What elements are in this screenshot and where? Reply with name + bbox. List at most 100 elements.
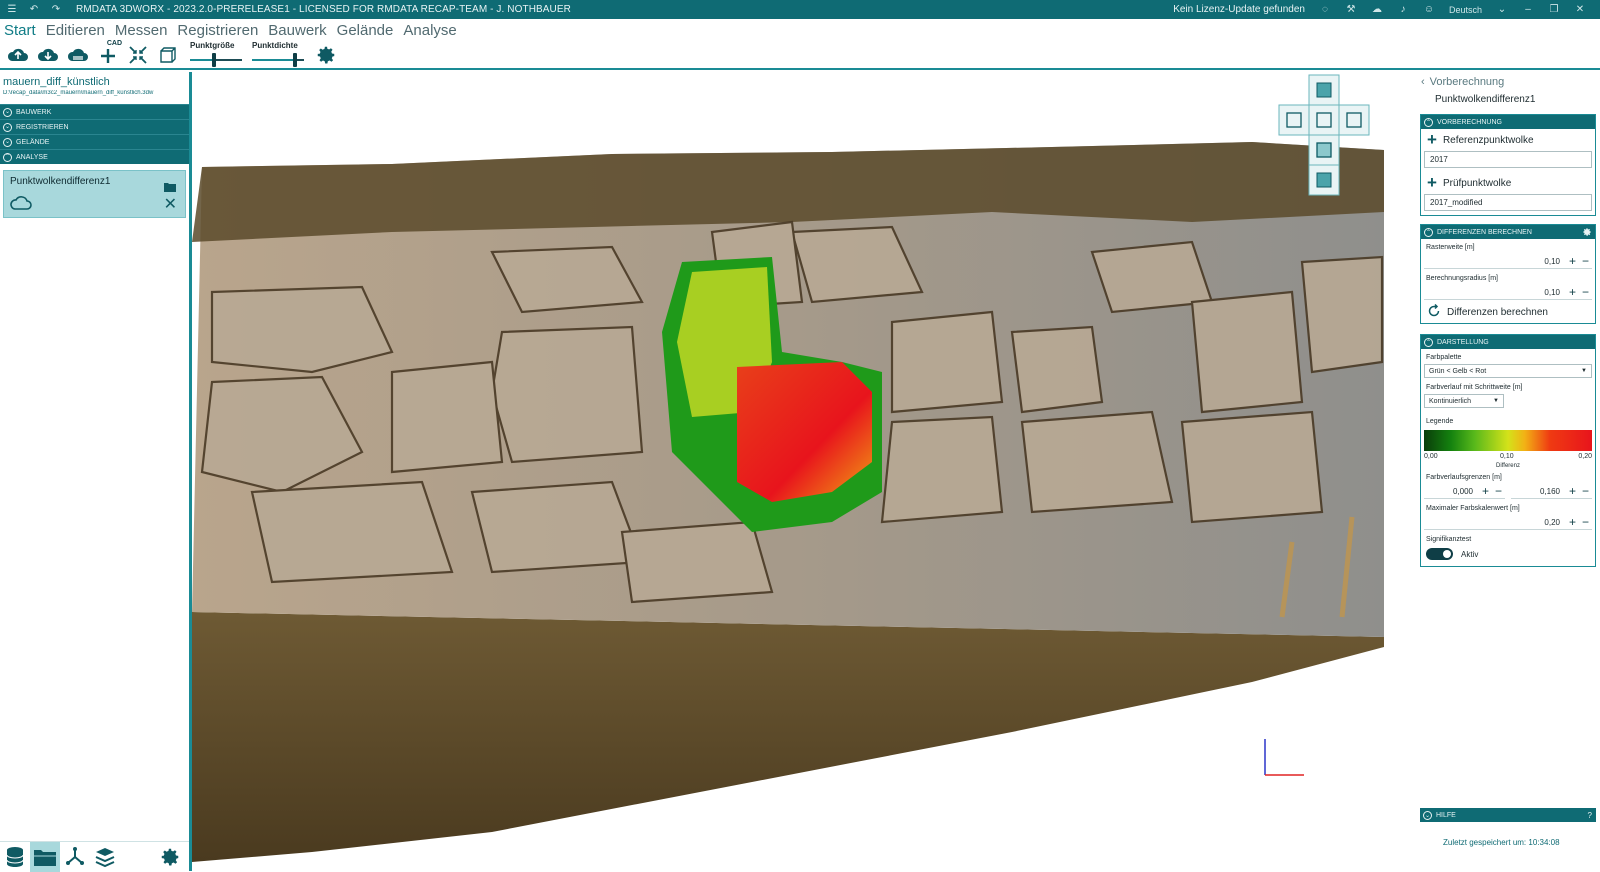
folder-open-icon[interactable]: [164, 179, 177, 197]
chevron-down-circle-icon: ⌄: [3, 122, 12, 132]
gear-icon[interactable]: [314, 43, 338, 67]
punktgroesse-slider-handle[interactable]: [212, 52, 216, 67]
reference-cloud-field[interactable]: 2017: [1424, 151, 1592, 168]
cad-label: CAD: [106, 39, 122, 47]
menu-editieren[interactable]: Editieren: [46, 22, 105, 39]
hamburger-menu-icon[interactable]: ☰: [6, 4, 18, 16]
database-icon[interactable]: [0, 842, 30, 872]
close-window-icon[interactable]: ✕: [1574, 4, 1586, 16]
plus-icon[interactable]: +: [1566, 515, 1579, 529]
minus-icon[interactable]: −: [1492, 484, 1505, 498]
minus-icon[interactable]: −: [1579, 254, 1592, 268]
analysis-item-card[interactable]: Punktwolkendifferenz1 ✕: [3, 170, 186, 218]
plus-icon[interactable]: +: [1479, 484, 1492, 498]
folder-icon[interactable]: [30, 841, 60, 872]
berechnungsradius-label: Berechnungsradius [m]: [1426, 275, 1498, 282]
legend-label: Legende: [1426, 418, 1454, 425]
darstellung-section: ⌃ DARSTELLUNG Farbpalette Grün < Gelb < …: [1420, 334, 1596, 567]
add-reference-cloud-button[interactable]: + Referenzpunktwolke: [1421, 129, 1595, 151]
restore-icon[interactable]: ❐: [1548, 4, 1560, 16]
grenzen-min-stepper[interactable]: 0,000 + −: [1424, 484, 1505, 499]
menu-bauwerk[interactable]: Bauwerk: [268, 22, 326, 39]
punktgroesse-slider[interactable]: Punktgröße: [190, 41, 242, 69]
rasterweite-value[interactable]: 0,10: [1544, 257, 1560, 266]
help-section-header[interactable]: ⌄ HILFE ?: [1420, 808, 1596, 822]
section-registrieren[interactable]: ⌄ REGISTRIEREN: [0, 119, 189, 134]
license-status[interactable]: Kein Lizenz-Update gefunden: [1173, 4, 1305, 15]
berechnungsradius-value[interactable]: 0,10: [1544, 288, 1560, 297]
differenzen-section: ⌃ DIFFERENZEN BERECHNEN Rasterweite [m] …: [1420, 224, 1596, 324]
question-icon[interactable]: ?: [1588, 811, 1592, 820]
signifikanztest-toggle[interactable]: [1426, 548, 1453, 560]
max-farbskalenwert-value[interactable]: 0,20: [1544, 518, 1560, 527]
menu-messen[interactable]: Messen: [115, 22, 168, 39]
axis-gizmo: [1264, 739, 1304, 776]
axes-icon[interactable]: [60, 842, 90, 872]
minimize-icon[interactable]: –: [1522, 4, 1534, 16]
close-icon[interactable]: ✕: [164, 197, 177, 213]
project-path: D:\recap_data\m3c2_mauern\mauern_diff_kü…: [3, 90, 154, 96]
language-select[interactable]: Deutsch: [1449, 5, 1482, 15]
layers-icon[interactable]: [90, 842, 120, 872]
point-cloud-render[interactable]: [192, 72, 1414, 871]
bounding-box-icon[interactable]: [156, 43, 180, 67]
plus-icon: +: [1427, 173, 1437, 192]
grenzen-max-value[interactable]: 0,160: [1540, 487, 1560, 496]
plus-icon[interactable]: +: [1566, 484, 1579, 498]
menu-analyse[interactable]: Analyse: [403, 22, 456, 39]
point-cloud-viewport[interactable]: [192, 72, 1414, 871]
section-gelaende[interactable]: ⌄ GELÄNDE: [0, 134, 189, 149]
refresh-icon: [1427, 303, 1441, 321]
cloud-download-icon[interactable]: [36, 43, 60, 67]
cloud-icon[interactable]: [10, 196, 32, 215]
cad-import-icon[interactable]: CAD: [96, 39, 122, 67]
chevron-down-circle-icon: ⌄: [3, 107, 12, 117]
differenzen-header[interactable]: ⌃ DIFFERENZEN BERECHNEN: [1421, 225, 1595, 239]
punktdichte-slider[interactable]: Punktdichte: [252, 41, 304, 69]
darstellung-header[interactable]: ⌃ DARSTELLUNG: [1421, 335, 1595, 349]
test-cloud-field[interactable]: 2017_modified: [1424, 194, 1592, 211]
signifikanztest-label: Signifikanztest: [1426, 536, 1472, 543]
back-link[interactable]: ‹ Vorberechnung: [1421, 76, 1504, 88]
plus-icon[interactable]: +: [1566, 254, 1579, 268]
berechnungsradius-stepper[interactable]: 0,10 + −: [1424, 285, 1592, 300]
cloud-layers-icon[interactable]: [66, 43, 90, 67]
grenzen-min-value[interactable]: 0,000: [1453, 487, 1473, 496]
cloud-upload-icon[interactable]: [6, 43, 30, 67]
farbpalette-select[interactable]: Grün < Gelb < Rot ▼: [1424, 364, 1592, 378]
farbverlauf-select[interactable]: Kontinuierlich ▼: [1424, 394, 1504, 408]
compress-arrows-icon[interactable]: [126, 43, 150, 67]
undo-icon[interactable]: ↶: [28, 4, 40, 16]
legend-tick-max: 0,20: [1578, 453, 1592, 460]
add-test-cloud-button[interactable]: + Prüfpunktwolke: [1421, 172, 1595, 194]
punktdichte-slider-handle[interactable]: [293, 52, 297, 67]
menu-start[interactable]: Start: [4, 22, 36, 39]
minus-icon[interactable]: −: [1579, 484, 1592, 498]
wrench-icon[interactable]: ⚒: [1345, 4, 1357, 16]
bell-icon[interactable]: ♪: [1397, 4, 1409, 16]
settings-gear-icon[interactable]: [155, 842, 185, 872]
rasterweite-stepper[interactable]: 0,10 + −: [1424, 254, 1592, 269]
minus-icon[interactable]: −: [1579, 515, 1592, 529]
plus-icon[interactable]: +: [1566, 285, 1579, 299]
minus-icon[interactable]: −: [1579, 285, 1592, 299]
max-farbskalenwert-stepper[interactable]: 0,20 + −: [1424, 515, 1592, 530]
grenzen-max-stepper[interactable]: 0,160 + −: [1511, 484, 1592, 499]
compute-differences-button[interactable]: Differenzen berechnen: [1421, 301, 1595, 323]
gear-icon[interactable]: [1582, 227, 1592, 239]
view-cube-widget[interactable]: [1278, 74, 1370, 196]
section-bauwerk[interactable]: ⌄ BAUWERK: [0, 104, 189, 119]
chevron-down-icon[interactable]: ⌄: [1496, 4, 1508, 16]
sync-icon[interactable]: ◌: [1319, 4, 1331, 16]
menu-gelaende[interactable]: Gelände: [337, 22, 394, 39]
section-analyse[interactable]: ⌃ ANALYSE: [0, 149, 189, 164]
vorberechnung-header[interactable]: ⌃ VORBERECHNUNG: [1421, 115, 1595, 129]
menu-registrieren[interactable]: Registrieren: [177, 22, 258, 39]
cloud-status-icon[interactable]: ☁: [1371, 4, 1383, 16]
farbverlaufsgrenzen-label: Farbverlaufsgrenzen [m]: [1426, 474, 1502, 481]
redo-icon[interactable]: ↷: [50, 4, 62, 16]
view-cube-bottom-icon: [1316, 172, 1332, 188]
plus-icon: +: [1427, 130, 1437, 149]
window-title: RMDATA 3DWORX - 2023.2.0-PRERELEASE1 - L…: [76, 4, 571, 15]
user-icon[interactable]: ☺: [1423, 4, 1435, 16]
